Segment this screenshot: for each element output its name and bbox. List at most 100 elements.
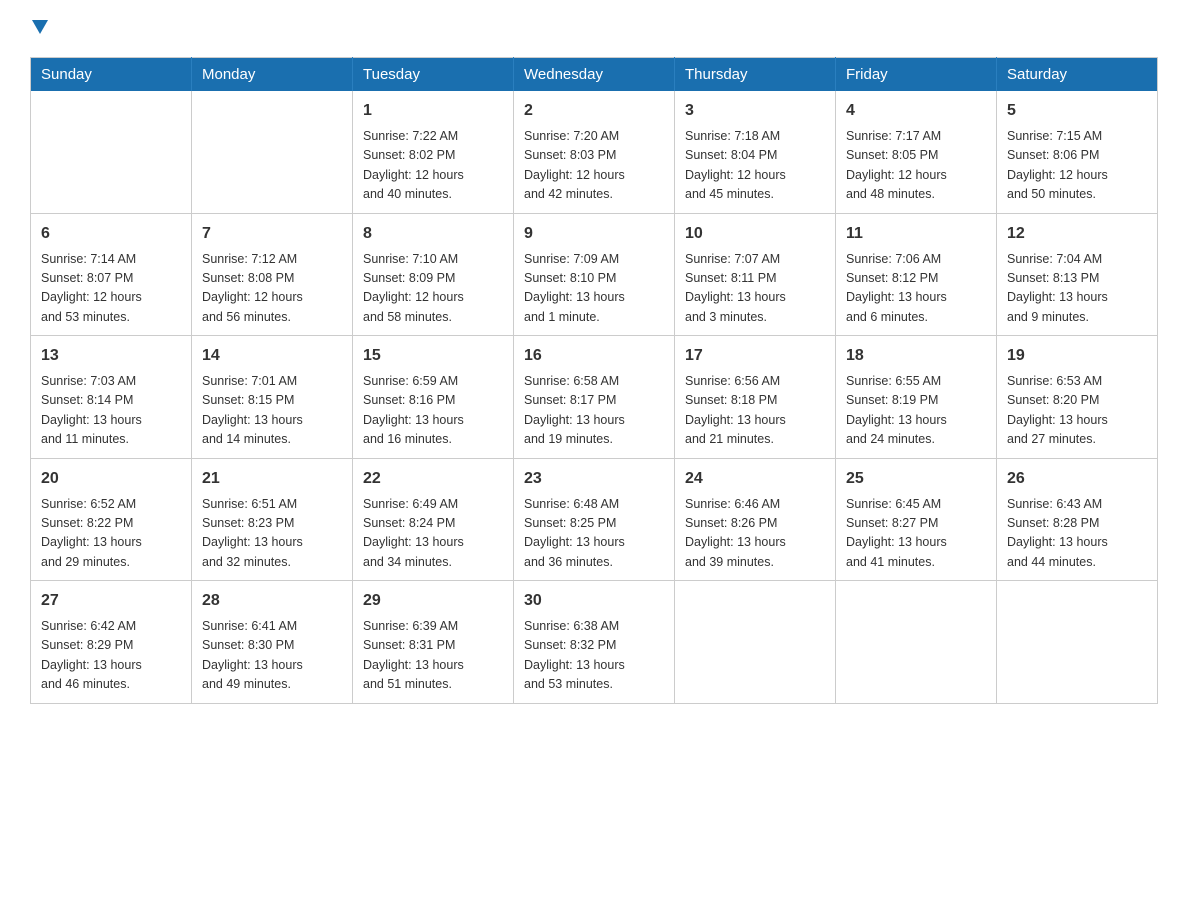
calendar-cell: 25Sunrise: 6:45 AM Sunset: 8:27 PM Dayli… [836, 458, 997, 581]
day-info: Sunrise: 6:39 AM Sunset: 8:31 PM Dayligh… [363, 617, 503, 695]
weekday-header-monday: Monday [192, 58, 353, 92]
day-info: Sunrise: 6:58 AM Sunset: 8:17 PM Dayligh… [524, 372, 664, 450]
day-number: 3 [685, 99, 825, 123]
day-info: Sunrise: 7:14 AM Sunset: 8:07 PM Dayligh… [41, 250, 181, 328]
day-info: Sunrise: 6:42 AM Sunset: 8:29 PM Dayligh… [41, 617, 181, 695]
day-info: Sunrise: 7:06 AM Sunset: 8:12 PM Dayligh… [846, 250, 986, 328]
calendar-cell: 6 Sunrise: 7:14 AM Sunset: 8:07 PM Daylig… [31, 213, 192, 336]
calendar-cell: 21Sunrise: 6:51 AM Sunset: 8:23 PM Dayli… [192, 458, 353, 581]
day-number: 1 [363, 99, 503, 123]
day-number: 26 [1007, 467, 1147, 491]
logo-triangle-icon [32, 20, 48, 39]
calendar-header: SundayMondayTuesdayWednesdayThursdayFrid… [31, 58, 1158, 92]
calendar-body: 1 Sunrise: 7:22 AM Sunset: 8:02 PM Daylig… [31, 91, 1158, 703]
day-number: 16 [524, 344, 664, 368]
day-number: 12 [1007, 222, 1147, 246]
calendar-cell [192, 91, 353, 213]
day-number: 19 [1007, 344, 1147, 368]
day-info: Sunrise: 7:04 AM Sunset: 8:13 PM Dayligh… [1007, 250, 1147, 328]
day-number: 6 [41, 222, 181, 246]
day-number: 27 [41, 589, 181, 613]
calendar-cell: 15 Sunrise: 6:59 AM Sunset: 8:16 PM Dayli… [353, 336, 514, 459]
day-info: Sunrise: 7:20 AM Sunset: 8:03 PM Dayligh… [524, 127, 664, 205]
day-info: Sunrise: 6:49 AM Sunset: 8:24 PM Dayligh… [363, 495, 503, 573]
day-number: 24 [685, 467, 825, 491]
weekday-header-saturday: Saturday [997, 58, 1158, 92]
day-number: 17 [685, 344, 825, 368]
day-info: Sunrise: 7:03 AM Sunset: 8:14 PM Dayligh… [41, 372, 181, 450]
day-info: Sunrise: 7:07 AM Sunset: 8:11 PM Dayligh… [685, 250, 825, 328]
day-number: 9 [524, 222, 664, 246]
day-number: 29 [363, 589, 503, 613]
day-number: 21 [202, 467, 342, 491]
calendar-week-row: 6 Sunrise: 7:14 AM Sunset: 8:07 PM Daylig… [31, 213, 1158, 336]
day-number: 18 [846, 344, 986, 368]
weekday-header-sunday: Sunday [31, 58, 192, 92]
calendar-cell: 19Sunrise: 6:53 AM Sunset: 8:20 PM Dayli… [997, 336, 1158, 459]
day-info: Sunrise: 6:59 AM Sunset: 8:16 PM Dayligh… [363, 372, 503, 450]
calendar-week-row: 27 Sunrise: 6:42 AM Sunset: 8:29 PM Dayli… [31, 581, 1158, 704]
calendar-week-row: 1 Sunrise: 7:22 AM Sunset: 8:02 PM Daylig… [31, 91, 1158, 213]
calendar-cell: 11 Sunrise: 7:06 AM Sunset: 8:12 PM Dayli… [836, 213, 997, 336]
calendar-cell: 8 Sunrise: 7:10 AM Sunset: 8:09 PM Daylig… [353, 213, 514, 336]
calendar-cell: 29 Sunrise: 6:39 AM Sunset: 8:31 PM Dayli… [353, 581, 514, 704]
calendar-cell: 28 Sunrise: 6:41 AM Sunset: 8:30 PM Dayli… [192, 581, 353, 704]
calendar-cell: 1 Sunrise: 7:22 AM Sunset: 8:02 PM Daylig… [353, 91, 514, 213]
day-number: 10 [685, 222, 825, 246]
calendar-cell: 27 Sunrise: 6:42 AM Sunset: 8:29 PM Dayli… [31, 581, 192, 704]
day-info: Sunrise: 7:15 AM Sunset: 8:06 PM Dayligh… [1007, 127, 1147, 205]
calendar-week-row: 13Sunrise: 7:03 AM Sunset: 8:14 PM Dayli… [31, 336, 1158, 459]
calendar-cell: 5 Sunrise: 7:15 AM Sunset: 8:06 PM Daylig… [997, 91, 1158, 213]
day-number: 5 [1007, 99, 1147, 123]
day-info: Sunrise: 6:52 AM Sunset: 8:22 PM Dayligh… [41, 495, 181, 573]
calendar-cell: 10 Sunrise: 7:07 AM Sunset: 8:11 PM Dayli… [675, 213, 836, 336]
calendar-cell [31, 91, 192, 213]
day-number: 25 [846, 467, 986, 491]
day-number: 22 [363, 467, 503, 491]
day-info: Sunrise: 7:22 AM Sunset: 8:02 PM Dayligh… [363, 127, 503, 205]
day-info: Sunrise: 7:12 AM Sunset: 8:08 PM Dayligh… [202, 250, 342, 328]
day-info: Sunrise: 6:41 AM Sunset: 8:30 PM Dayligh… [202, 617, 342, 695]
weekday-header-thursday: Thursday [675, 58, 836, 92]
day-number: 23 [524, 467, 664, 491]
logo [30, 20, 48, 39]
weekday-header-friday: Friday [836, 58, 997, 92]
calendar-cell: 24 Sunrise: 6:46 AM Sunset: 8:26 PM Dayli… [675, 458, 836, 581]
weekday-header-tuesday: Tuesday [353, 58, 514, 92]
calendar-cell [997, 581, 1158, 704]
day-info: Sunrise: 6:56 AM Sunset: 8:18 PM Dayligh… [685, 372, 825, 450]
day-info: Sunrise: 7:01 AM Sunset: 8:15 PM Dayligh… [202, 372, 342, 450]
day-number: 7 [202, 222, 342, 246]
calendar-cell: 3 Sunrise: 7:18 AM Sunset: 8:04 PM Daylig… [675, 91, 836, 213]
day-info: Sunrise: 7:17 AM Sunset: 8:05 PM Dayligh… [846, 127, 986, 205]
day-number: 15 [363, 344, 503, 368]
day-info: Sunrise: 6:46 AM Sunset: 8:26 PM Dayligh… [685, 495, 825, 573]
weekday-header-wednesday: Wednesday [514, 58, 675, 92]
calendar-table: SundayMondayTuesdayWednesdayThursdayFrid… [30, 57, 1158, 704]
calendar-cell: 4Sunrise: 7:17 AM Sunset: 8:05 PM Daylig… [836, 91, 997, 213]
calendar-cell: 7 Sunrise: 7:12 AM Sunset: 8:08 PM Daylig… [192, 213, 353, 336]
calendar-cell [675, 581, 836, 704]
calendar-cell: 12 Sunrise: 7:04 AM Sunset: 8:13 PM Dayli… [997, 213, 1158, 336]
calendar-cell: 13Sunrise: 7:03 AM Sunset: 8:14 PM Dayli… [31, 336, 192, 459]
calendar-week-row: 20Sunrise: 6:52 AM Sunset: 8:22 PM Dayli… [31, 458, 1158, 581]
day-number: 30 [524, 589, 664, 613]
day-info: Sunrise: 7:10 AM Sunset: 8:09 PM Dayligh… [363, 250, 503, 328]
day-info: Sunrise: 6:38 AM Sunset: 8:32 PM Dayligh… [524, 617, 664, 695]
calendar-cell: 16 Sunrise: 6:58 AM Sunset: 8:17 PM Dayli… [514, 336, 675, 459]
day-number: 14 [202, 344, 342, 368]
day-info: Sunrise: 6:55 AM Sunset: 8:19 PM Dayligh… [846, 372, 986, 450]
calendar-cell: 26Sunrise: 6:43 AM Sunset: 8:28 PM Dayli… [997, 458, 1158, 581]
calendar-cell: 20Sunrise: 6:52 AM Sunset: 8:22 PM Dayli… [31, 458, 192, 581]
calendar-cell: 23Sunrise: 6:48 AM Sunset: 8:25 PM Dayli… [514, 458, 675, 581]
day-info: Sunrise: 7:18 AM Sunset: 8:04 PM Dayligh… [685, 127, 825, 205]
calendar-cell: 30 Sunrise: 6:38 AM Sunset: 8:32 PM Dayli… [514, 581, 675, 704]
calendar-cell: 17 Sunrise: 6:56 AM Sunset: 8:18 PM Dayli… [675, 336, 836, 459]
day-info: Sunrise: 7:09 AM Sunset: 8:10 PM Dayligh… [524, 250, 664, 328]
calendar-cell: 9 Sunrise: 7:09 AM Sunset: 8:10 PM Daylig… [514, 213, 675, 336]
day-number: 11 [846, 222, 986, 246]
day-number: 28 [202, 589, 342, 613]
calendar-cell: 18 Sunrise: 6:55 AM Sunset: 8:19 PM Dayli… [836, 336, 997, 459]
calendar-cell [836, 581, 997, 704]
day-number: 8 [363, 222, 503, 246]
